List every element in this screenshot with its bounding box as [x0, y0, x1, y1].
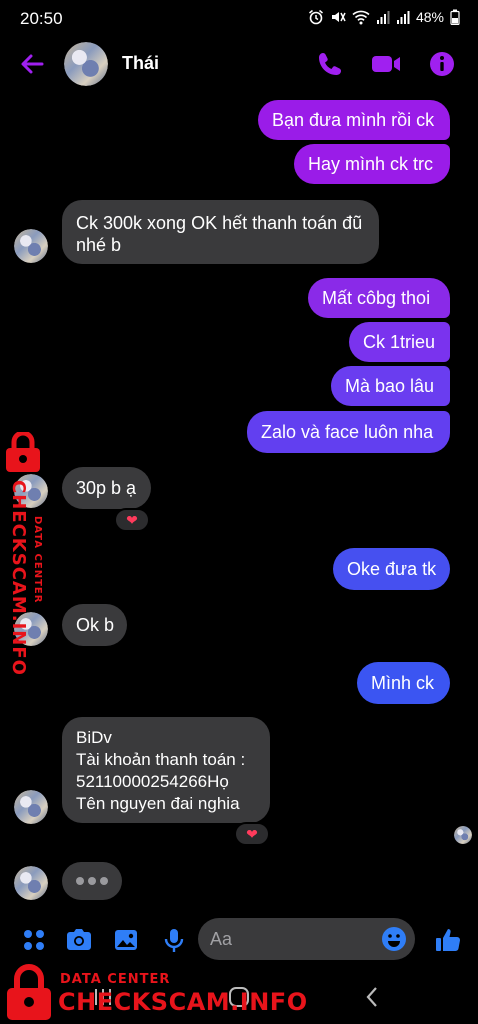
message-bubble-outgoing[interactable]: Mà bao lâu: [331, 366, 450, 406]
microphone-icon[interactable]: [160, 926, 188, 954]
message-input[interactable]: [210, 918, 370, 960]
padlock-icon: [6, 432, 40, 472]
signal-icon: [376, 11, 390, 24]
battery-percent: 48%: [415, 9, 444, 25]
message-composer: [0, 914, 478, 966]
thumbs-up-icon[interactable]: [434, 926, 462, 954]
watermark-sub: DATA CENTER: [32, 516, 43, 604]
watermark-side: CHECKSCAM.INFO DATA CENTER: [2, 432, 50, 676]
avatar[interactable]: [14, 790, 48, 824]
wifi-icon: [352, 10, 370, 25]
mute-icon: [331, 12, 346, 22]
alarm-icon: [308, 9, 323, 25]
message-bubble-outgoing[interactable]: Hay mình ck trc: [294, 144, 450, 184]
watermark-brand: CHECKSCAM.INFO: [8, 480, 29, 676]
contact-name[interactable]: Thái: [122, 53, 159, 74]
message-bubble-incoming[interactable]: Ok b: [62, 604, 127, 646]
phone-icon[interactable]: [316, 50, 344, 78]
chat-header: Thái: [0, 36, 478, 92]
watermark-brand: CHECKSCAM.INFO: [58, 988, 308, 1016]
video-icon[interactable]: [370, 50, 402, 78]
apps-grid-icon[interactable]: [20, 926, 48, 954]
message-bubble-incoming[interactable]: Ck 300k xong OK hết thanh toán đũ nhé b: [62, 200, 379, 264]
battery-icon: [450, 9, 460, 25]
heart-reaction[interactable]: ❤: [234, 822, 270, 846]
message-input-box[interactable]: [198, 918, 415, 960]
signal-icon: [396, 11, 410, 24]
watermark-sub: DATA CENTER: [60, 972, 171, 987]
message-bubble-outgoing[interactable]: Mất côbg thoi: [308, 278, 450, 318]
back-icon[interactable]: [360, 984, 386, 1010]
status-time: 20:50: [20, 9, 63, 28]
image-icon[interactable]: [112, 926, 140, 954]
avatar[interactable]: [14, 866, 48, 900]
camera-icon[interactable]: [64, 926, 94, 954]
avatar[interactable]: [14, 229, 48, 263]
typing-indicator: [62, 862, 122, 900]
info-icon[interactable]: [428, 50, 456, 78]
message-bubble-incoming[interactable]: 30p b ạ: [62, 467, 151, 509]
message-bubble-outgoing[interactable]: Oke đưa tk: [333, 548, 450, 590]
watermark-bottom: DATA CENTER CHECKSCAM.INFO: [0, 962, 307, 1024]
status-bar: 20:50 48%: [0, 0, 478, 36]
message-bubble-outgoing[interactable]: Ck 1trieu: [349, 322, 450, 362]
message-bubble-incoming[interactable]: BiDv Tài khoản thanh toán : 521100002542…: [62, 717, 270, 823]
emoji-icon[interactable]: [381, 926, 407, 952]
message-bubble-outgoing[interactable]: Mình ck: [357, 662, 450, 704]
message-bubble-outgoing[interactable]: Bạn đưa mình rồi ck: [258, 100, 450, 140]
back-arrow-icon[interactable]: [18, 50, 46, 78]
seen-indicator-avatar: [454, 826, 472, 844]
avatar[interactable]: [64, 42, 108, 86]
padlock-icon: [7, 964, 51, 1020]
heart-reaction[interactable]: ❤: [114, 508, 150, 532]
message-bubble-outgoing[interactable]: Zalo và face luôn nha: [247, 411, 450, 453]
status-icons: 48%: [308, 9, 460, 25]
